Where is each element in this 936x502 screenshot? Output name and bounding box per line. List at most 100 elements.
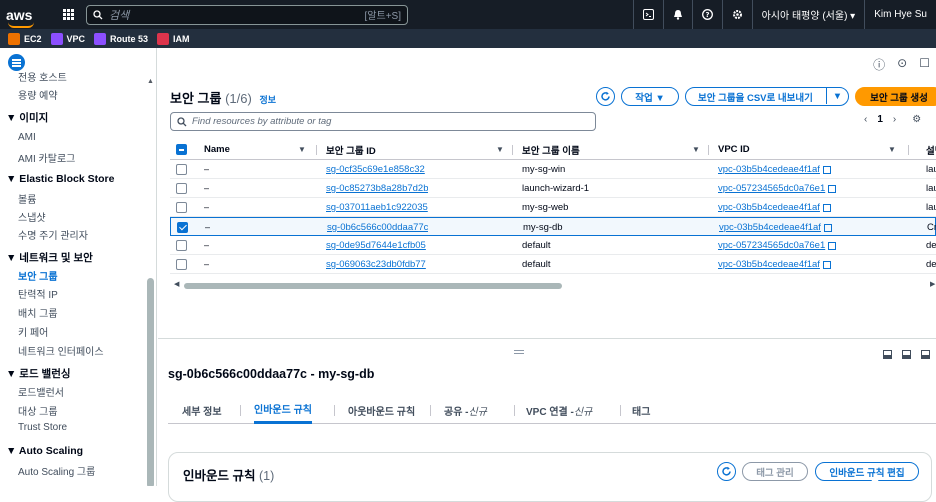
scroll-right-icon[interactable]: ▶ xyxy=(930,280,935,288)
refresh-button[interactable] xyxy=(596,87,615,106)
next-page-icon[interactable]: › xyxy=(893,114,896,125)
global-search-input[interactable]: 검색 [알트+S] xyxy=(86,4,408,25)
detail-tab[interactable]: 아웃바운드 규칙 xyxy=(348,396,415,424)
scroll-up-arrow-icon[interactable]: ▲ xyxy=(147,78,154,85)
notifications-panel-icon[interactable]: ☐ xyxy=(919,56,930,73)
sidebar-item[interactable]: 전용 호스트 xyxy=(18,69,67,84)
sort-icon[interactable]: ▼ xyxy=(496,145,504,154)
filter-input[interactable]: Find resources by attribute or tag xyxy=(170,112,596,131)
edit-inbound-rules-button[interactable]: 인바운드 규칙 편집 xyxy=(815,462,919,481)
sidebar-item[interactable]: 수명 주기 관리자 xyxy=(18,227,88,242)
favorite-iam[interactable]: IAM xyxy=(157,32,190,45)
favorite-route53[interactable]: Route 53 xyxy=(94,32,148,45)
security-group-id-link[interactable]: sg-0b6c566c00ddaa77c xyxy=(327,218,428,237)
column-header-group-id[interactable]: 보안 그룹 ID xyxy=(326,140,376,159)
sidebar-item[interactable]: AMI xyxy=(18,132,36,143)
aws-logo[interactable]: aws xyxy=(6,7,50,28)
split-side-icon[interactable] xyxy=(902,350,911,359)
row-checkbox[interactable] xyxy=(176,240,187,251)
row-checkbox[interactable] xyxy=(177,222,188,233)
manage-tags-button[interactable]: 태그 관리 xyxy=(742,462,808,481)
table-row[interactable]: – sg-0c85273b8a28b7d2b launch-wizard-1 vpc-… xyxy=(170,179,936,198)
export-csv-button[interactable]: 보안 그룹을 CSV로 내보내기 ▼ xyxy=(685,87,849,106)
detail-tab[interactable]: 공유 - 신규 xyxy=(444,396,487,424)
sidebar-item[interactable]: Trust Store xyxy=(18,422,67,433)
column-header-description[interactable]: 설명 xyxy=(926,140,936,159)
vpc-id-link[interactable]: vpc-03b5b4cedeae4f1af xyxy=(718,202,820,213)
detail-tab[interactable]: 태그 xyxy=(632,396,650,424)
export-dropdown-icon[interactable]: ▼ xyxy=(826,88,848,104)
table-row[interactable]: – sg-037011aeb1c922035 my-sg-web vpc-03b5b4… xyxy=(170,198,936,217)
sidebar-item[interactable]: 탄력적 IP xyxy=(18,286,58,301)
split-close-icon[interactable] xyxy=(921,350,930,359)
row-checkbox[interactable] xyxy=(176,164,187,175)
previous-page-icon[interactable]: ‹ xyxy=(864,114,867,125)
detail-tab[interactable]: 인바운드 규칙 xyxy=(254,396,312,424)
region-selector[interactable]: 아시아 태평양 (서울) ▾ xyxy=(751,0,865,29)
feedback-icon[interactable]: ⊙ xyxy=(897,56,907,73)
current-page[interactable]: 1 xyxy=(877,114,883,125)
services-menu-icon[interactable] xyxy=(56,5,80,25)
column-header-name[interactable]: Name xyxy=(204,140,230,159)
table-row[interactable]: – sg-0de95d7644e1cfb05 default vpc-05723456… xyxy=(170,236,936,255)
sidebar-item[interactable]: 네트워크 인터페이스 xyxy=(18,343,104,358)
row-checkbox[interactable] xyxy=(176,259,187,270)
sidebar-item[interactable]: 대상 그룹 xyxy=(18,403,58,418)
sidebar-section-header[interactable]: ▼ 이미지 xyxy=(6,110,48,125)
account-menu[interactable]: Kim Hye Su xyxy=(864,0,936,29)
vpc-id-link[interactable]: vpc-03b5b4cedeae4f1af xyxy=(719,222,821,233)
vpc-id-link[interactable]: vpc-03b5b4cedeae4f1af xyxy=(718,259,820,270)
sidebar-item[interactable]: AMI 카탈로그 xyxy=(18,150,75,165)
cloudshell-icon[interactable] xyxy=(632,0,663,29)
favorite-vpc[interactable]: VPC xyxy=(50,32,85,45)
sidebar-item[interactable]: 보안 그룹 xyxy=(18,268,58,283)
detail-tab[interactable]: 세부 정보 xyxy=(182,396,222,424)
help-icon[interactable]: ? xyxy=(691,0,722,29)
sidebar-item[interactable]: Auto Scaling 그룹 xyxy=(18,463,95,478)
sidebar-item[interactable]: 로드밸런서 xyxy=(18,384,64,399)
sidebar-item[interactable]: 키 페어 xyxy=(18,324,48,339)
vpc-id-link[interactable]: vpc-03b5b4cedeae4f1af xyxy=(718,164,820,175)
sidebar-scrollbar[interactable] xyxy=(147,278,154,486)
resize-handle-icon[interactable] xyxy=(514,350,524,354)
table-row[interactable]: – sg-0b6c566c00ddaa77c my-sg-db vpc-03b5b4c… xyxy=(170,217,936,236)
notifications-bell-icon[interactable] xyxy=(662,0,692,29)
sort-icon[interactable]: ▼ xyxy=(298,145,306,154)
sidebar-item[interactable]: 배치 그룹 xyxy=(18,305,58,320)
sort-icon[interactable]: ▼ xyxy=(692,145,700,154)
refresh-rules-button[interactable] xyxy=(717,462,736,481)
row-checkbox[interactable] xyxy=(176,183,187,194)
sort-icon[interactable]: ▼ xyxy=(888,145,896,154)
sidebar-section-header[interactable]: ▼ 로드 밸런싱 xyxy=(6,366,71,381)
sidebar-item[interactable]: 용량 예약 xyxy=(18,87,58,102)
preferences-gear-icon[interactable]: ⚙ xyxy=(912,114,921,125)
settings-gear-icon[interactable] xyxy=(721,0,752,29)
detail-tab[interactable]: VPC 연결 - 신규 xyxy=(526,396,592,424)
actions-dropdown-button[interactable]: 작업 ▼ xyxy=(621,87,679,106)
sidebar-section-header[interactable]: ▼ Auto Scaling xyxy=(6,445,83,457)
sidebar-section-header[interactable]: ▼ 네트워크 및 보안 xyxy=(6,250,93,265)
security-group-id-link[interactable]: sg-0de95d7644e1cfb05 xyxy=(326,236,426,255)
info-panel-icon[interactable]: ⓘ xyxy=(873,56,885,73)
vpc-id-link[interactable]: vpc-057234565dc0a76e1 xyxy=(718,183,825,194)
select-all-checkbox[interactable] xyxy=(176,144,187,155)
create-security-group-button[interactable]: 보안 그룹 생성 xyxy=(855,87,936,106)
info-link[interactable]: 정보 xyxy=(259,95,276,105)
security-group-id-link[interactable]: sg-069063c23db0fdb77 xyxy=(326,255,426,274)
security-group-id-link[interactable]: sg-0c85273b8a28b7d2b xyxy=(326,179,428,198)
security-group-id-link[interactable]: sg-037011aeb1c922035 xyxy=(326,198,428,217)
row-checkbox[interactable] xyxy=(176,202,187,213)
split-bottom-icon[interactable] xyxy=(883,350,892,359)
sidebar-item[interactable]: 스냅샷 xyxy=(18,209,46,224)
sidebar-section-header[interactable]: ▼ Elastic Block Store xyxy=(6,173,114,185)
security-group-id-link[interactable]: sg-0cf35c69e1e858c32 xyxy=(326,160,425,179)
sidebar-item[interactable]: 볼륨 xyxy=(18,191,36,206)
table-row[interactable]: – sg-0cf35c69e1e858c32 my-sg-win vpc-03b5b4… xyxy=(170,160,936,179)
table-horizontal-scrollbar[interactable] xyxy=(184,283,562,289)
vpc-id-link[interactable]: vpc-057234565dc0a76e1 xyxy=(718,240,825,251)
column-header-group-name[interactable]: 보안 그룹 이름 xyxy=(522,140,580,159)
scroll-left-icon[interactable]: ◀ xyxy=(174,280,179,288)
column-header-vpc-id[interactable]: VPC ID xyxy=(718,140,750,159)
favorite-ec2[interactable]: EC2 xyxy=(8,32,42,45)
table-row[interactable]: – sg-069063c23db0fdb77 default vpc-03b5b4ce… xyxy=(170,255,936,274)
